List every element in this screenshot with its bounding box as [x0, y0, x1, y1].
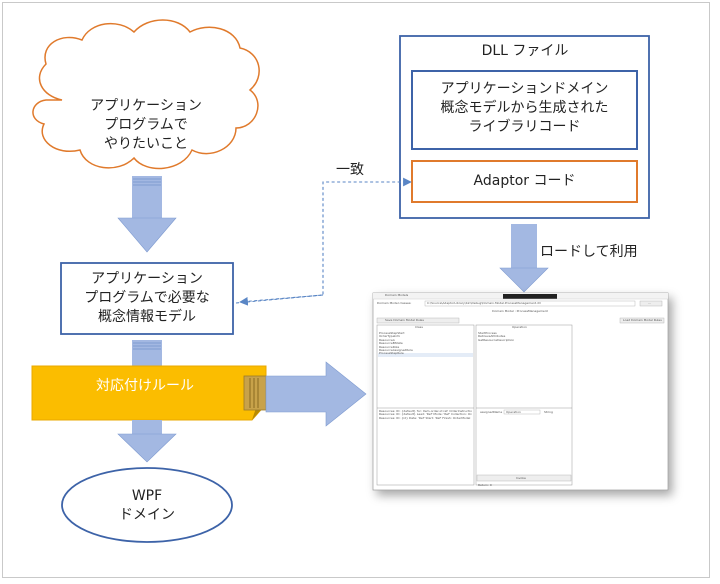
mapping-rule-label: 対応付けルール: [96, 378, 194, 394]
cloud-line-2: プログラムで: [104, 117, 188, 133]
app-title-bar: Domain Models: [385, 294, 409, 297]
app-load-label: Load Domain Model Rules: [623, 319, 662, 322]
dll-domain-line-2: 概念モデルから生成された: [440, 100, 609, 116]
app-class-list: ProcessStepStart OrderTypeInfo ResourceA…: [379, 332, 472, 356]
app-domain-title: Domain Model : ProcessManagement: [492, 310, 548, 313]
dll-title: DLL ファイル: [481, 43, 569, 59]
app-invoke-label: Invoke: [516, 477, 526, 480]
cloud-text: アプリケーション プログラムで やりたいこと: [78, 97, 214, 154]
app-rule-item: Resources: ID: {id} Date: 'Ref' Start: '…: [379, 416, 471, 420]
app-toolbar-strip: [503, 294, 557, 299]
app-class-item: ProcessStepRule: [379, 352, 404, 356]
concept-model-line-1: アプリケーション: [91, 271, 203, 287]
match-edge-label: 一致: [336, 162, 364, 178]
dll-domain-line-3: ライブラリコード: [468, 119, 581, 135]
arrow-rule-to-app: [265, 361, 367, 427]
app-param-value: Operation: [506, 411, 521, 414]
arrow-model-to-rule-stem: [132, 340, 162, 366]
concept-model-text: アプリケーション プログラムで必要な 概念情報モデル: [63, 270, 231, 327]
arrow-cloud-to-model-head: [117, 217, 177, 253]
app-status: Return: 0: [478, 484, 492, 487]
app-path-label: Domain Model classes:: [377, 302, 412, 305]
app-path-value: C:\Source\AdaptorLibrary\bin\Debug\Domai…: [427, 302, 541, 305]
app-operation-panel: [475, 324, 573, 486]
adaptor-label: Adaptor コード: [473, 173, 576, 189]
cloud-line-3: やりたいこと: [104, 136, 188, 152]
load-edge-label: ロードして利用: [540, 244, 638, 260]
wpf-line-1: WPF: [131, 488, 163, 504]
app-save-label: Save Domain Model Rules: [385, 319, 424, 322]
app-col-operation: Operation: [512, 326, 527, 329]
match-connector: [235, 177, 412, 304]
wpf-text: WPF ドメイン: [100, 487, 194, 525]
mapping-rule-tab: [243, 375, 267, 411]
concept-model-line-3: 概念情報モデル: [98, 309, 196, 325]
app-operation-list: StartProcess RetrieveAttributes GetResou…: [478, 332, 570, 342]
dll-domain-library-text: アプリケーションドメイン 概念モデルから生成された ライブラリコード: [414, 80, 635, 137]
cloud-line-1: アプリケーション: [90, 98, 202, 114]
app-param-type: String: [544, 411, 553, 414]
app-operation-item: GetResourceDescription: [478, 338, 515, 342]
app-rule-list: Resources: ID: {default} for: item-order…: [379, 410, 472, 420]
app-col-class: Class: [415, 326, 423, 329]
arrow-rule-to-wpf-stem: [132, 420, 162, 434]
dll-domain-line-1: アプリケーションドメイン: [440, 81, 609, 97]
wpf-line-2: ドメイン: [119, 507, 175, 523]
arrow-dll-to-app-stem: [511, 224, 537, 268]
app-browse-label: ...: [648, 302, 651, 305]
arrow-rule-to-wpf-head: [117, 433, 177, 463]
app-param-label: assignedName: [480, 411, 503, 414]
arrow-dll-to-app-head: [499, 267, 549, 293]
concept-model-line-2: プログラムで必要な: [84, 290, 210, 306]
